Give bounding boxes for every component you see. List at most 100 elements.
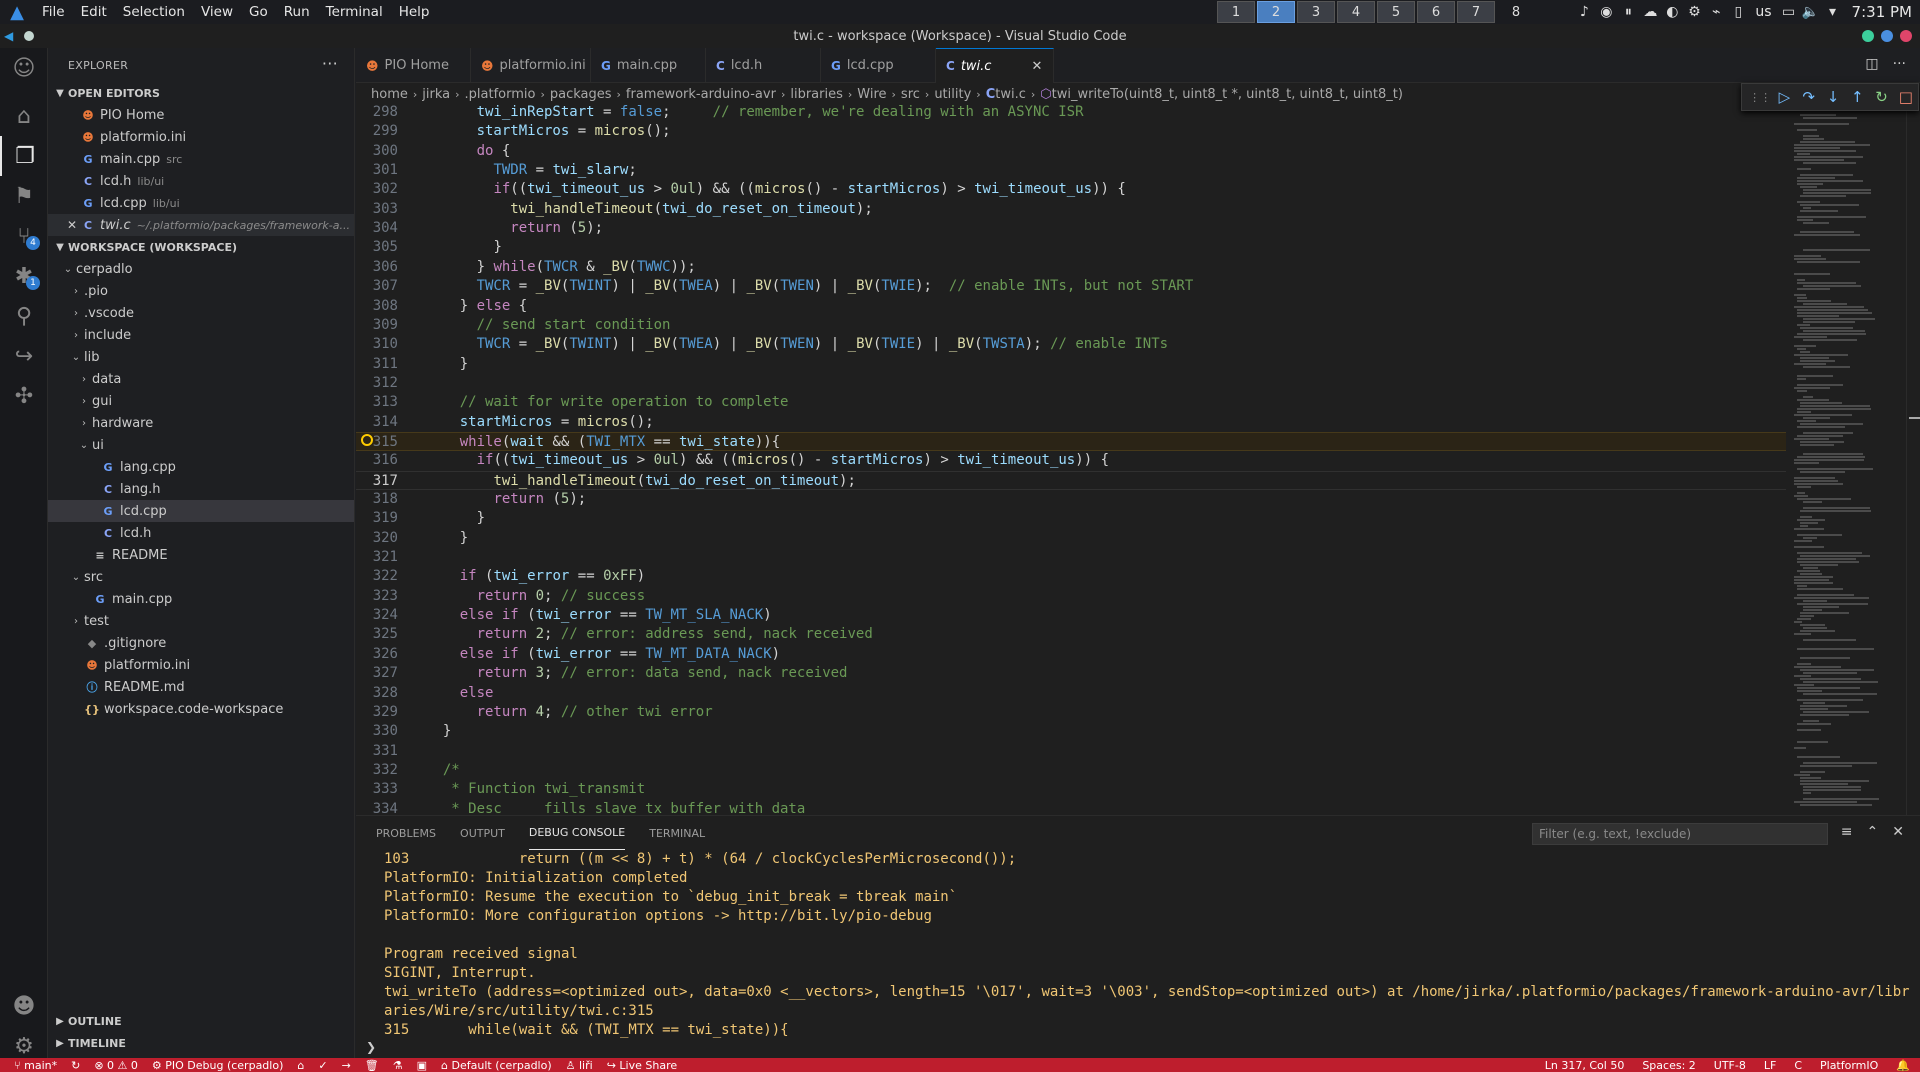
workspace-3[interactable]: 3 [1297, 1, 1335, 23]
workspace-4[interactable]: 4 [1337, 1, 1375, 23]
platformio-status[interactable]: PlatformIO [1820, 1059, 1878, 1072]
breadcrumb-item[interactable]: utility [934, 87, 971, 102]
env-selector[interactable]: ⌂ Default (cerpadlo) [441, 1059, 552, 1072]
tree-item[interactable]: ⌄ cerpadlo [48, 258, 354, 280]
display-icon[interactable]: ▭ [1778, 4, 1800, 20]
minimap[interactable] [1790, 105, 1900, 815]
menu-terminal[interactable]: Terminal [318, 4, 391, 20]
tree-item[interactable]: › .vscode [48, 302, 354, 324]
menu-view[interactable]: View [193, 4, 241, 20]
pio-test-icon[interactable]: ⚗ [393, 1059, 403, 1072]
tree-item[interactable]: › include [48, 324, 354, 346]
tab-lcd-cpp[interactable]: Glcd.cpp [821, 48, 936, 83]
breadcrumb-item[interactable]: home [371, 87, 408, 102]
tree-item[interactable]: › test [48, 610, 354, 632]
sync-icon[interactable]: ↻ [71, 1059, 80, 1072]
tab-platformio-ini[interactable]: ☻ platformio.ini [471, 48, 591, 83]
accounts-icon[interactable]: ☻ [0, 986, 48, 1026]
workspace-8[interactable]: 8 [1497, 1, 1535, 23]
encoding[interactable]: UTF-8 [1714, 1059, 1746, 1072]
discord-icon[interactable]: ◉ [1595, 4, 1617, 20]
stop-icon[interactable]: □ [1894, 88, 1918, 106]
tree-item[interactable]: ☻ platformio.ini [48, 654, 354, 676]
live-share-icon[interactable]: ↪ [0, 336, 48, 376]
tree-item[interactable]: Gmain.cpp [48, 588, 354, 610]
editor-scrollbar[interactable] [1906, 105, 1920, 815]
more-actions-icon[interactable]: ··· [1893, 56, 1906, 72]
scrollbar-thumb[interactable] [1909, 417, 1920, 419]
open-editor-item[interactable]: Glcd.cpp lib/ui [48, 192, 354, 214]
remote-explorer-icon[interactable]: ⌂ [0, 96, 48, 136]
panel-tab-debug-console[interactable]: DEBUG CONSOLE [528, 816, 626, 850]
battery-icon[interactable]: ▯ [1727, 4, 1749, 20]
indentation[interactable]: Spaces: 2 [1642, 1059, 1695, 1072]
problems-indicator[interactable]: ⊗ 0 ⚠ 0 [94, 1059, 138, 1072]
close-button[interactable] [1900, 30, 1912, 42]
tree-item[interactable]: ≡ README [48, 544, 354, 566]
chevron-down-icon[interactable]: ▾ [1822, 4, 1844, 20]
breadcrumb-item[interactable]: Wire [857, 87, 886, 102]
tab-twi-c[interactable]: Ctwi.c ✕ [936, 48, 1054, 83]
bookmark-icon[interactable]: ⚑ [0, 176, 48, 216]
pio-home-icon[interactable]: ⌂ [297, 1059, 304, 1072]
paperclip-icon[interactable]: ⌁ [1705, 4, 1727, 20]
language-mode[interactable]: C [1794, 1059, 1802, 1072]
menu-help[interactable]: Help [391, 4, 438, 20]
breadcrumb-item[interactable]: packages [550, 87, 612, 102]
breadcrumb-item[interactable]: .platformio [465, 87, 536, 102]
step-into-icon[interactable]: ↓ [1821, 88, 1845, 106]
breadcrumb-item[interactable]: framework-arduino-avr [626, 87, 776, 102]
source-control-icon[interactable]: ⑂ 4 [0, 216, 48, 256]
maximize-panel-icon[interactable]: ⌃ [1867, 824, 1879, 840]
console-filter-input[interactable]: Filter (e.g. text, !exclude) [1532, 823, 1828, 845]
split-editor-icon[interactable]: ◫ [1865, 56, 1878, 72]
line-ending[interactable]: LF [1764, 1059, 1776, 1072]
tree-item[interactable]: ⌄ ui [48, 434, 354, 456]
volume-icon[interactable]: 🔈 [1800, 4, 1822, 20]
tree-item[interactable]: ⌄ src [48, 566, 354, 588]
open-editor-item[interactable]: Clcd.h lib/ui [48, 170, 354, 192]
tree-item[interactable]: ⓘ README.md [48, 676, 354, 698]
tab-main-cpp[interactable]: Gmain.cpp [591, 48, 706, 83]
extensions-icon[interactable]: ✣ [0, 376, 48, 416]
clear-console-icon[interactable]: ≡ [1841, 824, 1853, 840]
tree-item[interactable]: Clcd.h [48, 522, 354, 544]
tree-item[interactable]: Clang.h [48, 478, 354, 500]
tree-item[interactable]: › data [48, 368, 354, 390]
open-editor-item[interactable]: ☻ platformio.ini [48, 126, 354, 148]
breadcrumb-item[interactable]: libraries [790, 87, 843, 102]
open-editor-item[interactable]: ☻ PIO Home [48, 104, 354, 126]
pio-clean-icon[interactable]: 🗑 [365, 1059, 379, 1072]
menu-file[interactable]: File [34, 4, 73, 20]
menu-run[interactable]: Run [276, 4, 318, 20]
tree-item[interactable]: ⌄ lib [48, 346, 354, 368]
workspace-2[interactable]: 2 [1257, 1, 1295, 23]
step-over-icon[interactable]: ↷ [1797, 88, 1821, 106]
open-editor-item[interactable]: ✕ Ctwi.c ~/.platformio/packages/framework-… [48, 214, 354, 236]
tree-item[interactable]: Glcd.cpp [48, 500, 354, 522]
menu-go[interactable]: Go [241, 4, 276, 20]
maximize-button[interactable] [1881, 30, 1893, 42]
open-editors-section[interactable]: ▼ OPEN EDITORS [48, 82, 354, 104]
pio-build-icon[interactable]: ✓ [318, 1059, 327, 1072]
continue-icon[interactable]: ▷ [1772, 88, 1796, 106]
notifications-bell-icon[interactable]: 🔔 [1896, 1059, 1910, 1072]
moon-icon[interactable]: ◐ [1661, 4, 1683, 20]
cloud-icon[interactable]: ☁ [1639, 4, 1661, 20]
open-editor-item[interactable]: Gmain.cpp src [48, 148, 354, 170]
breadcrumb-item[interactable]: src [901, 87, 920, 102]
workspace-5[interactable]: 5 [1377, 1, 1415, 23]
drag-handle-icon[interactable]: ⋮⋮ [1748, 91, 1772, 104]
panel-tab-terminal[interactable]: TERMINAL [649, 817, 705, 850]
workspace-1[interactable]: 1 [1217, 1, 1255, 23]
arch-logo-icon[interactable]: ▲ [0, 0, 34, 24]
console-input-prompt[interactable]: ❯ [366, 1040, 376, 1054]
pio-terminal-icon[interactable]: ▣ [417, 1059, 427, 1072]
search-icon[interactable]: ⚲ [0, 296, 48, 336]
minimize-button[interactable] [1862, 30, 1874, 42]
platformio-alien-icon[interactable]: ☺ [0, 48, 48, 88]
outline-section[interactable]: ▶ OUTLINE [48, 1010, 355, 1032]
tab-pio-home[interactable]: ☻ PIO Home [356, 48, 471, 83]
live-share-button[interactable]: ↪ Live Share [607, 1059, 677, 1072]
timeline-section[interactable]: ▶ TIMELINE [48, 1032, 355, 1054]
